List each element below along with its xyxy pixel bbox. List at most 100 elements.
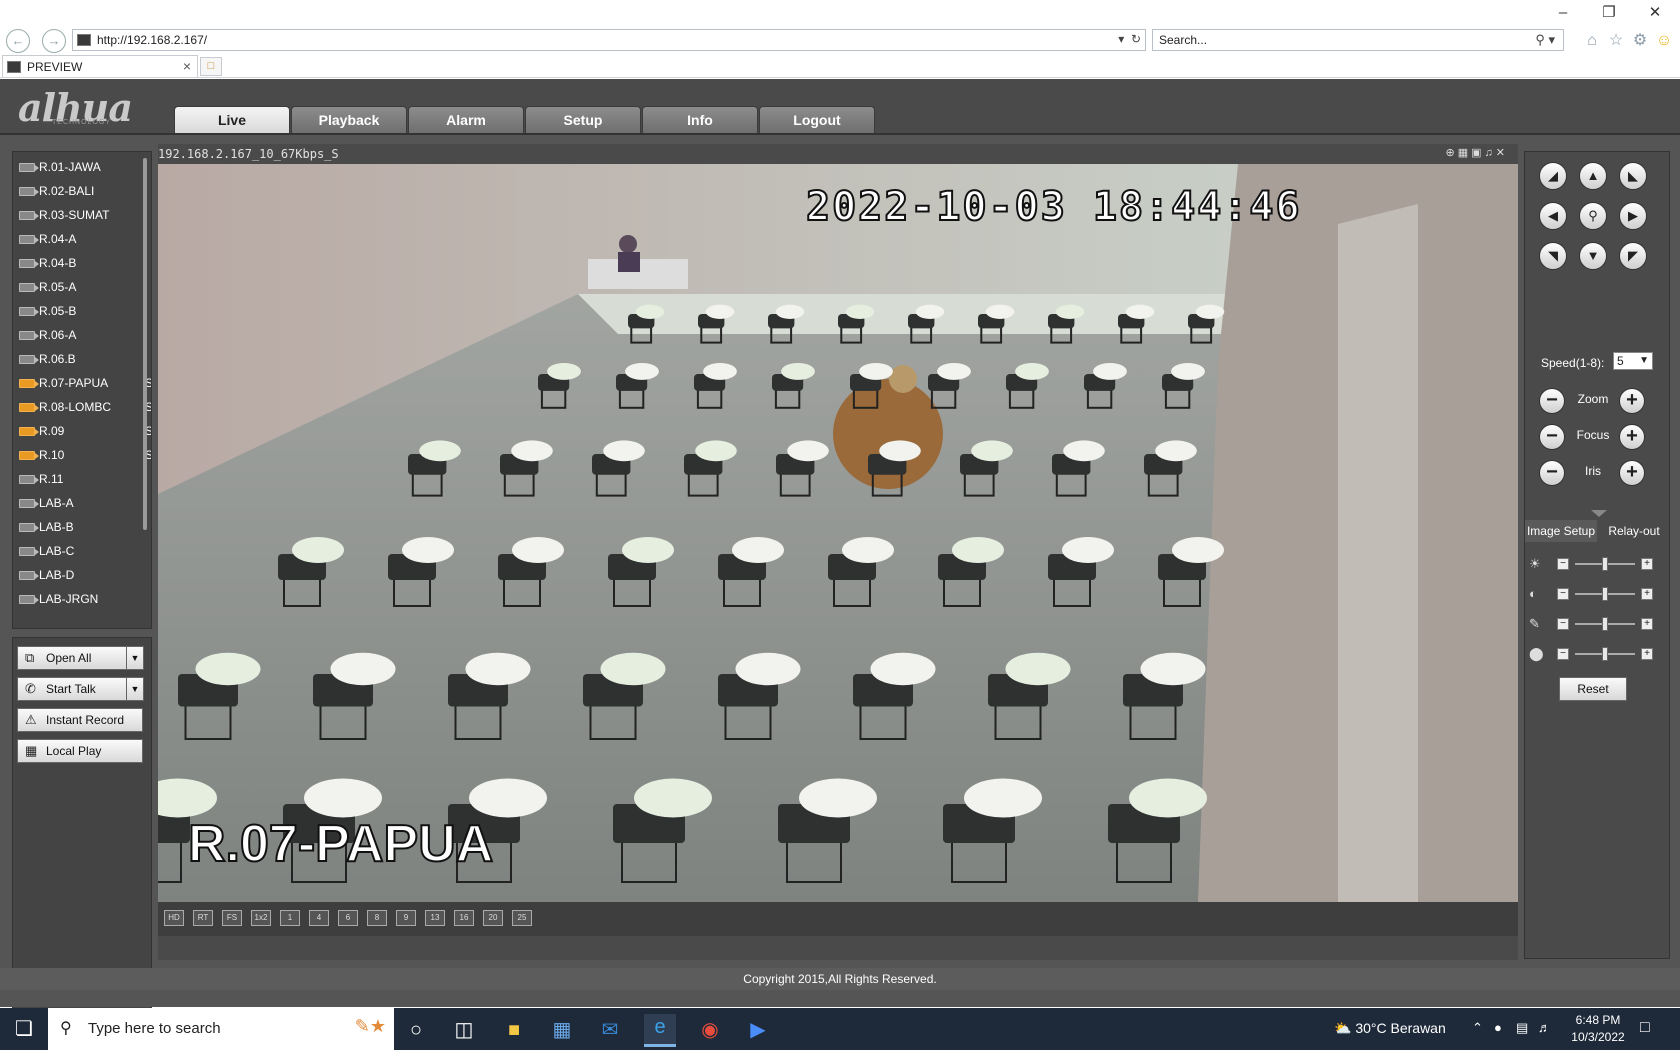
address-bar[interactable]: http://192.168.2.167/ ▾ ↻ [72,29,1146,51]
zoom-out-button[interactable]: − [1539,388,1565,414]
start-talk-dropdown-icon[interactable]: ▼ [126,677,144,701]
slider-plus-button[interactable]: + [1641,618,1653,630]
ptz-up-icon[interactable]: ▲ [1579,162,1607,190]
weather-widget[interactable]: ⛅ 30°C Berawan [1334,1020,1446,1037]
reset-button[interactable]: Reset [1559,677,1627,701]
local-play-button[interactable]: ▦ Local Play [17,739,143,763]
iris-minus-button[interactable]: − [1539,460,1565,486]
layout-button[interactable]: 8 [367,910,387,926]
slider-thumb[interactable] [1602,647,1608,661]
layout-button[interactable]: 6 [338,910,358,926]
mail-icon[interactable]: ✉ [594,1017,626,1043]
menu-tab-live[interactable]: Live [174,106,290,134]
smiley-icon[interactable]: ☺ [1652,32,1676,50]
channel-item[interactable]: LAB-JRGN [19,588,149,610]
ptz-left-icon[interactable]: ◀ [1539,202,1567,230]
close-window-icon[interactable]: ✕ [1640,4,1670,24]
slider-plus-button[interactable]: + [1641,648,1653,660]
ptz-auto-focus-icon[interactable]: ⚲ [1579,202,1607,230]
channel-item[interactable]: R.02-BALI [19,180,149,202]
live-video-feed[interactable]: 2022-10-03 18:44:46 R.07-PAPUA [158,164,1518,902]
channel-item[interactable]: R.05-A [19,276,149,298]
channel-item[interactable]: R.06.B [19,348,149,370]
file-explorer-icon[interactable]: ■ [498,1017,530,1043]
layout-button[interactable]: 1 [280,910,300,926]
settings-gear-icon[interactable]: ⚙ [1628,30,1652,50]
internet-explorer-icon[interactable]: e [644,1014,676,1047]
slider-minus-button[interactable]: − [1557,558,1569,570]
layout-button[interactable]: FS [222,910,242,926]
volume-icon[interactable]: ♬ [1538,1020,1551,1035]
instant-record-button[interactable]: ⚠ Instant Record [17,708,143,732]
back-icon[interactable]: ← [6,29,30,53]
channel-item[interactable]: R.06-A [19,324,149,346]
minimize-icon[interactable]: – [1548,4,1578,24]
menu-tab-playback[interactable]: Playback [291,106,407,134]
layout-button[interactable]: 20 [483,910,503,926]
ptz-up-right-icon[interactable]: ◣ [1619,162,1647,190]
channel-item[interactable]: LAB-D [19,564,149,586]
channel-item[interactable]: R.07-PAPUAS [19,372,151,394]
layout-button[interactable]: 16 [454,910,474,926]
layout-button[interactable]: RT [193,910,213,926]
open-all-button[interactable]: ⧉ Open All ▼ [17,646,144,670]
channel-item[interactable]: R.04-B [19,252,149,274]
windows-start-icon[interactable]: ❏ [0,1008,48,1050]
speed-select[interactable]: 5 ▼ [1613,352,1653,370]
store-icon[interactable]: ▦ [546,1017,578,1043]
tab-image-setup[interactable]: Image Setup [1525,520,1597,542]
channel-item[interactable]: LAB-B [19,516,149,538]
record-icon[interactable]: ▦ [1458,147,1471,159]
chrome-icon[interactable]: ◉ [694,1017,726,1043]
menu-tab-logout[interactable]: Logout [759,106,875,134]
microphone-icon[interactable]: ● [1494,1020,1502,1035]
zoom-icon[interactable]: ⊕ [1446,147,1458,159]
layout-button[interactable]: 25 [512,910,532,926]
ptz-down-left-icon[interactable]: ◥ [1539,242,1567,270]
channel-item[interactable]: R.01-JAWA [19,156,149,178]
ptz-up-left-icon[interactable]: ◢ [1539,162,1567,190]
audio-icon[interactable]: ♫ [1485,147,1496,159]
menu-tab-setup[interactable]: Setup [525,106,641,134]
tab-relay-out[interactable]: Relay-out [1599,520,1669,542]
start-talk-button[interactable]: ✆ Start Talk ▼ [17,677,144,701]
zoom-app-icon[interactable]: ▶ [742,1017,774,1043]
taskbar-clock[interactable]: 6:48 PM 10/3/2022 [1568,1012,1628,1046]
slider-thumb[interactable] [1602,617,1608,631]
ptz-down-right-icon[interactable]: ◤ [1619,242,1647,270]
favorites-star-icon[interactable]: ☆ [1604,30,1628,50]
browser-search-input[interactable]: Search... ⚲ ▾ [1152,29,1564,51]
restore-icon[interactable]: ❐ [1594,4,1624,24]
new-tab-icon[interactable]: □ [200,57,222,76]
network-icon[interactable]: ▤ [1516,1020,1528,1036]
ptz-down-icon[interactable]: ▼ [1579,242,1607,270]
home-icon[interactable]: ⌂ [1580,32,1604,50]
notifications-icon[interactable]: □ [1640,1019,1650,1037]
channel-item[interactable]: R.03-SUMAT [19,204,149,226]
menu-tab-alarm[interactable]: Alarm [408,106,524,134]
layout-button[interactable]: 1x2 [251,910,271,926]
channel-item[interactable]: LAB-A [19,492,149,514]
focus-minus-button[interactable]: − [1539,424,1565,450]
slider-minus-button[interactable]: − [1557,648,1569,660]
close-tab-icon[interactable]: × [183,58,191,74]
close-video-icon[interactable]: ✕ [1496,147,1508,159]
channel-item[interactable]: R.10S [19,444,151,466]
channel-item[interactable]: R.09S [19,420,151,442]
channel-item[interactable]: LAB-C [19,540,149,562]
slider-thumb[interactable] [1602,557,1608,571]
refresh-icon[interactable]: ▾ ↻ [1118,32,1141,46]
layout-button[interactable]: 4 [309,910,329,926]
open-all-dropdown-icon[interactable]: ▼ [126,646,144,670]
layout-button[interactable]: 13 [425,910,445,926]
collapse-arrow-icon[interactable] [1591,510,1607,517]
iris-plus-button[interactable]: + [1619,460,1645,486]
channel-item[interactable]: R.11 [19,468,149,490]
slider-plus-button[interactable]: + [1641,558,1653,570]
show-hidden-icons-icon[interactable]: ⌃ [1472,1020,1483,1036]
channel-item[interactable]: R.05-B [19,300,149,322]
forward-icon[interactable]: → [42,29,66,53]
search-icon[interactable]: ⚲ ▾ [1535,32,1555,48]
slider-thumb[interactable] [1602,587,1608,601]
slider-minus-button[interactable]: − [1557,588,1569,600]
